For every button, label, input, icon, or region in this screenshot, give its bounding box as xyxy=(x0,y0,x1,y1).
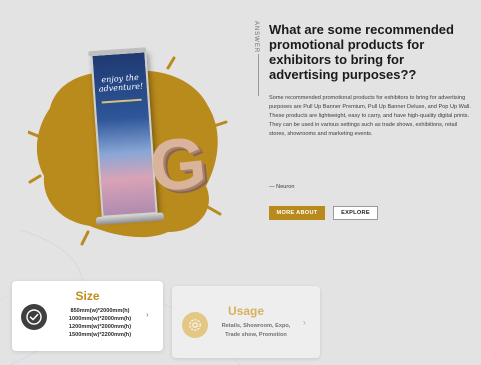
size-list: 850mm(w)*2000mm(h) 1000mm(w)*2000mm(h) 1… xyxy=(54,307,146,339)
answer-divider xyxy=(258,54,259,96)
answer-side-label: ANSWER xyxy=(253,20,264,96)
checkmark-circle-icon xyxy=(21,304,47,330)
size-item: 1500mm(w)*2200mm(h) xyxy=(68,332,132,338)
product-hero-image: enjoy the adventure! G xyxy=(28,36,228,246)
faq-question: What are some recommended promotional pr… xyxy=(269,22,454,82)
size-item: 850mm(w)*2000mm(h) xyxy=(70,308,130,314)
size-card-title: Size xyxy=(75,289,100,303)
faq-answer-text: Some recommended promotional products fo… xyxy=(269,95,471,137)
usage-text: Retails, Showroom, Expo, Trade show, Pro… xyxy=(221,323,291,338)
g-logo: G xyxy=(145,122,211,208)
page: enjoy the adventure! G ANSWER What are s… xyxy=(0,0,481,365)
explore-button[interactable]: EXPLORE xyxy=(333,206,378,220)
answer-label: ANSWER xyxy=(253,20,260,54)
usage-card[interactable]: Usage Retails, Showroom, Expo, Trade sho… xyxy=(172,286,320,358)
size-item: 1000mm(w)*2000mm(h) xyxy=(68,316,132,322)
banner-headline: enjoy the adventure! xyxy=(98,72,144,94)
usage-card-title: Usage xyxy=(227,304,265,318)
size-card[interactable]: Size 850mm(w)*2000mm(h) 1000mm(w)*2000mm… xyxy=(12,281,163,351)
chevron-right-icon[interactable]: › xyxy=(303,318,306,327)
more-about-button[interactable]: MORE ABOUT xyxy=(269,206,325,220)
size-item: 1200mm(w)*2000mm(h) xyxy=(68,324,132,330)
banner-divider xyxy=(101,98,142,104)
faq-author: — Neuron xyxy=(269,184,295,190)
chevron-right-icon[interactable]: › xyxy=(146,310,149,319)
